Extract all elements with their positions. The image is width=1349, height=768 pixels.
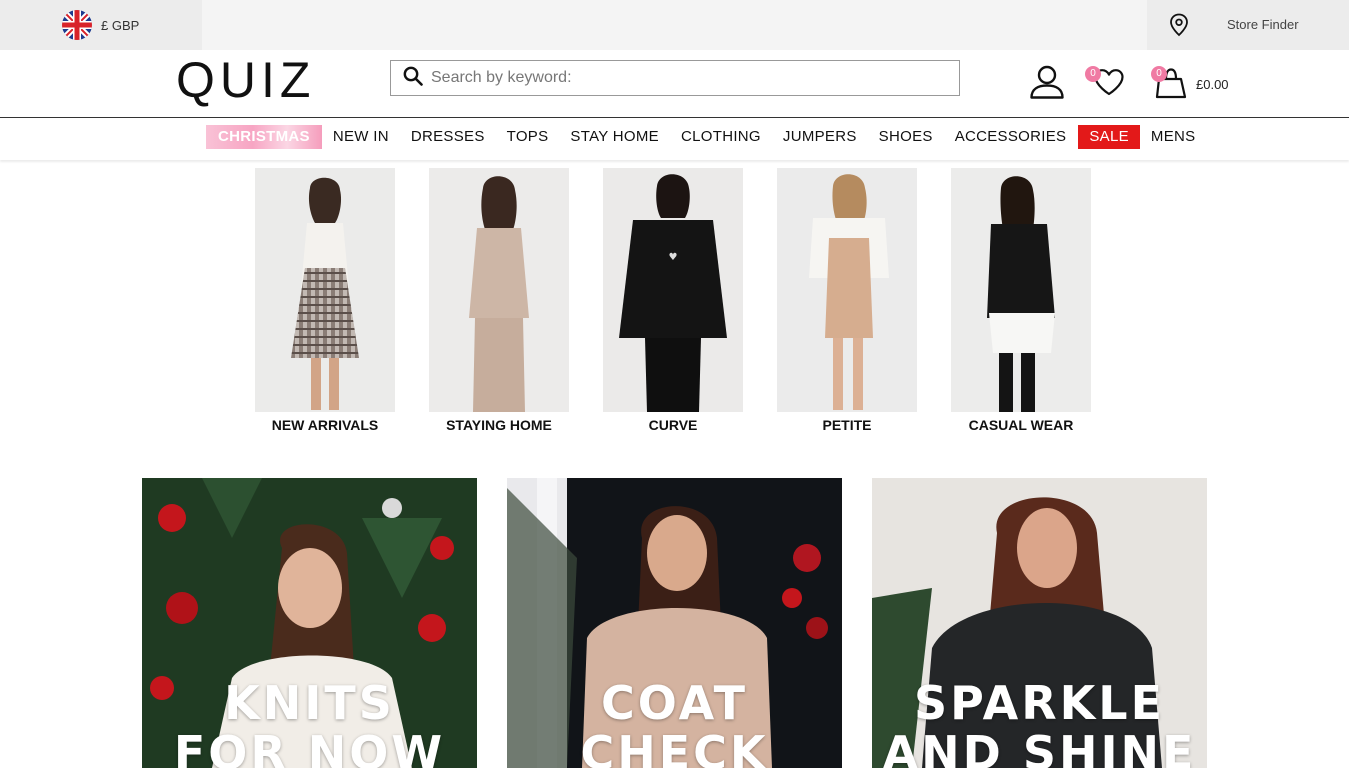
bag-total[interactable]: £0.00	[1196, 77, 1229, 92]
promo-title-line: COAT	[600, 676, 749, 730]
category-tile-petite[interactable]: PETITE	[777, 168, 917, 433]
uk-flag-icon	[62, 10, 92, 40]
nav-item-dresses[interactable]: DRESSES	[400, 125, 496, 149]
nav-item-tops[interactable]: TOPS	[496, 125, 560, 149]
category-tile-new-arrivals[interactable]: NEW ARRIVALS	[255, 168, 395, 433]
search-input[interactable]	[431, 69, 931, 87]
nav-item-christmas[interactable]: CHRISTMAS	[206, 125, 322, 149]
category-label[interactable]: STAYING HOME	[409, 417, 589, 433]
nav-item-new-in[interactable]: NEW IN	[322, 125, 400, 149]
promo-title: SPARKLE AND SHINE	[872, 678, 1207, 768]
promo-title-line: SPARKLE	[913, 676, 1166, 730]
nav-item-sale[interactable]: SALE	[1078, 125, 1140, 149]
user-icon[interactable]	[1029, 65, 1065, 104]
category-image[interactable]	[951, 168, 1091, 412]
category-tile-staying-home[interactable]: STAYING HOME	[429, 168, 569, 433]
nav-item-shoes[interactable]: SHOES	[868, 125, 944, 149]
currency-label: £ GBP	[101, 17, 140, 33]
search-icon[interactable]	[403, 66, 423, 91]
store-finder-link[interactable]: Store Finder	[1147, 0, 1349, 50]
store-finder-label: Store Finder	[1227, 17, 1299, 32]
category-tile-casual-wear[interactable]: CASUAL WEAR	[951, 168, 1091, 433]
category-image[interactable]: ♥	[603, 168, 743, 412]
svg-text:♥: ♥	[669, 252, 678, 263]
promo-banner-sparkle[interactable]: SPARKLE AND SHINE	[872, 478, 1207, 768]
wishlist-count-badge: 0	[1085, 66, 1101, 82]
category-label[interactable]: PETITE	[757, 417, 937, 433]
promo-title-line: CHECK	[580, 726, 769, 768]
site-header: QUIZ 0 0 £0.00	[0, 50, 1349, 118]
main-navigation: CHRISTMAS NEW IN DRESSES TOPS STAY HOME …	[0, 118, 1349, 160]
nav-item-stay-home[interactable]: STAY HOME	[559, 125, 670, 149]
currency-selector[interactable]: £ GBP	[0, 0, 202, 50]
nav-item-clothing[interactable]: CLOTHING	[670, 125, 772, 149]
search-bar[interactable]	[390, 60, 960, 96]
promo-title-line: AND SHINE	[882, 726, 1197, 768]
promo-title: COAT CHECK	[507, 678, 842, 768]
category-label[interactable]: CASUAL WEAR	[931, 417, 1111, 433]
nav-item-mens[interactable]: MENS	[1140, 125, 1207, 149]
quiz-logo[interactable]: QUIZ	[176, 54, 315, 106]
promo-title-line: KNITS	[224, 676, 395, 730]
promo-banner-coats[interactable]: COAT CHECK	[507, 478, 842, 768]
category-tile-curve[interactable]: ♥ CURVE	[603, 168, 743, 433]
category-image[interactable]	[429, 168, 569, 412]
promo-banner-knits[interactable]: KNITS FOR NOW	[142, 478, 477, 768]
category-image[interactable]	[777, 168, 917, 412]
top-utility-bar: £ GBP Store Finder	[0, 0, 1349, 50]
nav-item-jumpers[interactable]: JUMPERS	[772, 125, 868, 149]
category-label[interactable]: CURVE	[583, 417, 763, 433]
promo-title: KNITS FOR NOW	[142, 678, 477, 768]
category-label[interactable]: NEW ARRIVALS	[235, 417, 415, 433]
location-pin-icon	[1169, 13, 1189, 42]
promo-title-line: FOR NOW	[173, 726, 446, 768]
nav-item-accessories[interactable]: ACCESSORIES	[944, 125, 1078, 149]
category-image[interactable]	[255, 168, 395, 412]
bag-count-badge: 0	[1151, 66, 1167, 82]
